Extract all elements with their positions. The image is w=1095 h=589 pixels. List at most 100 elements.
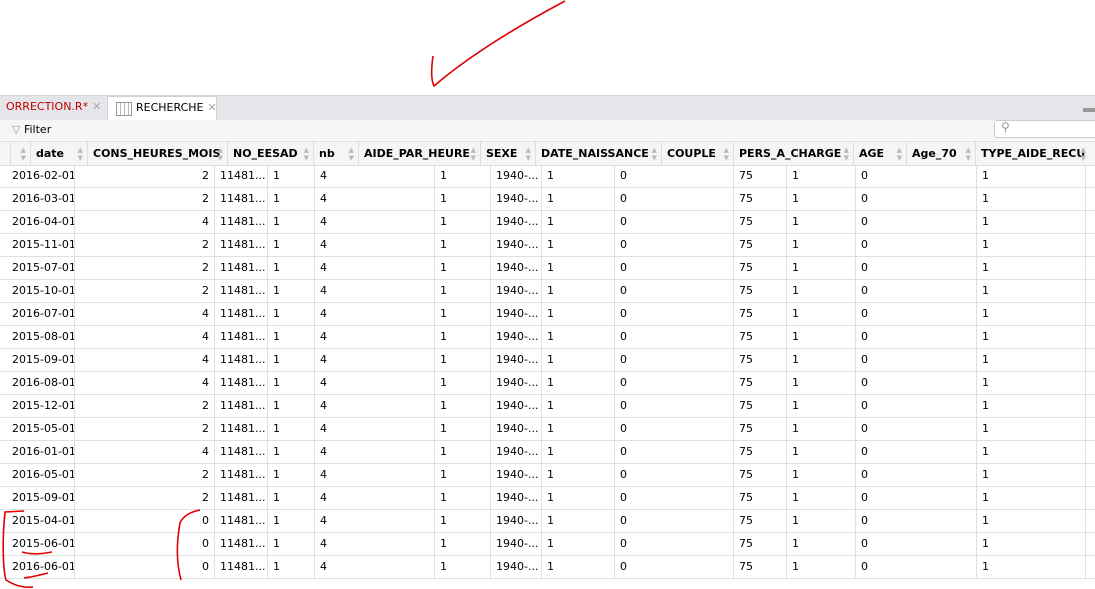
column-header[interactable]: NO_EESAD ▲ ▼ (227, 142, 313, 165)
table-cell[interactable]: 1 (786, 464, 855, 486)
table-cell[interactable]: 1 (976, 533, 1085, 555)
table-cell[interactable]: 1 (434, 556, 490, 578)
table-cell[interactable]: 1940-... (490, 556, 541, 578)
table-cell[interactable]: 1940-... (490, 510, 541, 532)
table-cell[interactable]: 4 (74, 326, 214, 348)
table-cell[interactable]: 0 (614, 303, 733, 325)
table-cell[interactable]: 75 (733, 349, 786, 371)
table-cell[interactable]: 1 (541, 303, 614, 325)
table-cell[interactable]: 4 (314, 188, 434, 210)
table-cell[interactable]: 2016-03-01 (10, 188, 74, 210)
table-cell[interactable]: 11481... (214, 533, 267, 555)
table-cell[interactable]: 1940-... (490, 303, 541, 325)
table-cell[interactable]: 1 (786, 303, 855, 325)
column-header[interactable]: Age_70 ▲ ▼ (906, 142, 975, 165)
table-cell[interactable]: 1940-... (490, 533, 541, 555)
table-cell[interactable]: 1 (267, 188, 314, 210)
table-cell[interactable]: 4 (74, 372, 214, 394)
table-cell[interactable]: 1 (786, 418, 855, 440)
table-cell[interactable]: 75 (733, 395, 786, 417)
column-header[interactable]: PERS_A_CHARGE ▲ ▼ (733, 142, 853, 165)
sort-icon[interactable]: ▲ ▼ (724, 142, 729, 162)
minimize-icon[interactable] (1083, 108, 1095, 112)
table-cell[interactable]: 1 (267, 533, 314, 555)
table-cell[interactable]: 0 (614, 395, 733, 417)
table-cell[interactable]: 1 (976, 188, 1085, 210)
table-cell[interactable]: 4 (314, 303, 434, 325)
table-cell[interactable]: 0 (855, 234, 976, 256)
sort-icon[interactable]: ▲ ▼ (21, 142, 26, 162)
table-cell[interactable]: 4 (314, 441, 434, 463)
table-cell[interactable]: 11481... (214, 349, 267, 371)
table-cell[interactable]: 0 (614, 280, 733, 302)
table-cell[interactable]: 2015-06-01 (10, 533, 74, 555)
table-cell[interactable]: 1 (434, 349, 490, 371)
table-cell[interactable]: 1 (267, 280, 314, 302)
table-cell[interactable]: 1 (976, 464, 1085, 486)
table-cell[interactable]: 0 (855, 349, 976, 371)
table-cell[interactable]: 2015-09-01 (10, 349, 74, 371)
table-cell[interactable]: 2015-09-01 (10, 487, 74, 509)
table-cell[interactable]: 2 (74, 487, 214, 509)
table-cell[interactable]: 0 (855, 441, 976, 463)
table-cell[interactable]: 0 (614, 211, 733, 233)
table-cell[interactable]: 11481... (214, 165, 267, 187)
table-cell[interactable]: 2 (74, 257, 214, 279)
table-cell[interactable]: 4 (314, 510, 434, 532)
table-cell[interactable]: 1 (267, 211, 314, 233)
column-header[interactable]: COUPLE ▲ ▼ (661, 142, 733, 165)
table-cell[interactable]: 1 (267, 487, 314, 509)
table-cell[interactable]: 75 (733, 464, 786, 486)
table-cell[interactable]: 1 (976, 510, 1085, 532)
table-cell[interactable]: 0 (855, 556, 976, 578)
table-cell[interactable]: 1 (786, 326, 855, 348)
table-cell[interactable]: 0 (614, 257, 733, 279)
table-cell[interactable]: 11481... (214, 188, 267, 210)
table-cell[interactable]: 1 (434, 395, 490, 417)
search-input[interactable]: ⚲ (994, 120, 1095, 138)
table-cell[interactable]: 0 (614, 165, 733, 187)
table-cell[interactable]: 4 (314, 257, 434, 279)
filter-button[interactable]: ▽ Filter (12, 123, 51, 136)
table-cell[interactable]: 4 (314, 395, 434, 417)
table-cell[interactable]: 4 (314, 165, 434, 187)
table-cell[interactable]: 75 (733, 510, 786, 532)
table-cell[interactable]: 4 (74, 441, 214, 463)
table-cell[interactable]: 1 (541, 280, 614, 302)
column-header[interactable]: nb ▲ ▼ (313, 142, 358, 165)
table-cell[interactable]: 0 (855, 464, 976, 486)
table-cell[interactable]: 4 (314, 349, 434, 371)
table-cell[interactable]: 1 (976, 372, 1085, 394)
table-cell[interactable]: 1 (434, 303, 490, 325)
table-cell[interactable]: 4 (314, 418, 434, 440)
table-cell[interactable]: 0 (74, 533, 214, 555)
table-cell[interactable]: 1 (434, 165, 490, 187)
table-cell[interactable]: 1 (541, 510, 614, 532)
table-cell[interactable]: 75 (733, 533, 786, 555)
table-cell[interactable]: 0 (614, 464, 733, 486)
table-cell[interactable]: 0 (855, 303, 976, 325)
table-cell[interactable]: 1 (976, 326, 1085, 348)
table-cell[interactable]: 1 (786, 441, 855, 463)
table-cell[interactable]: 4 (74, 211, 214, 233)
table-cell[interactable]: 0 (855, 211, 976, 233)
table-cell[interactable]: 1 (976, 487, 1085, 509)
table-cell[interactable]: 0 (614, 441, 733, 463)
table-cell[interactable]: 4 (74, 349, 214, 371)
table-cell[interactable]: 0 (614, 510, 733, 532)
table-cell[interactable]: 11481... (214, 395, 267, 417)
table-cell[interactable]: 4 (314, 326, 434, 348)
column-header[interactable]: DATE_NAISSANCE ▲ ▼ (535, 142, 661, 165)
column-header[interactable]: TYPE_AIDE_RECU ▲ ▼ (975, 142, 1090, 165)
close-icon[interactable]: ✕ (92, 100, 101, 113)
table-cell[interactable]: 1 (786, 211, 855, 233)
table-cell[interactable]: 2016-08-01 (10, 372, 74, 394)
table-cell[interactable]: 2 (74, 165, 214, 187)
table-cell[interactable]: 1 (267, 326, 314, 348)
table-cell[interactable]: 1 (434, 441, 490, 463)
table-cell[interactable]: 1940-... (490, 280, 541, 302)
column-header[interactable]: date ▲ ▼ (30, 142, 87, 165)
table-cell[interactable]: 2015-11-01 (10, 234, 74, 256)
table-cell[interactable]: 2 (74, 188, 214, 210)
table-cell[interactable]: 1940-... (490, 349, 541, 371)
